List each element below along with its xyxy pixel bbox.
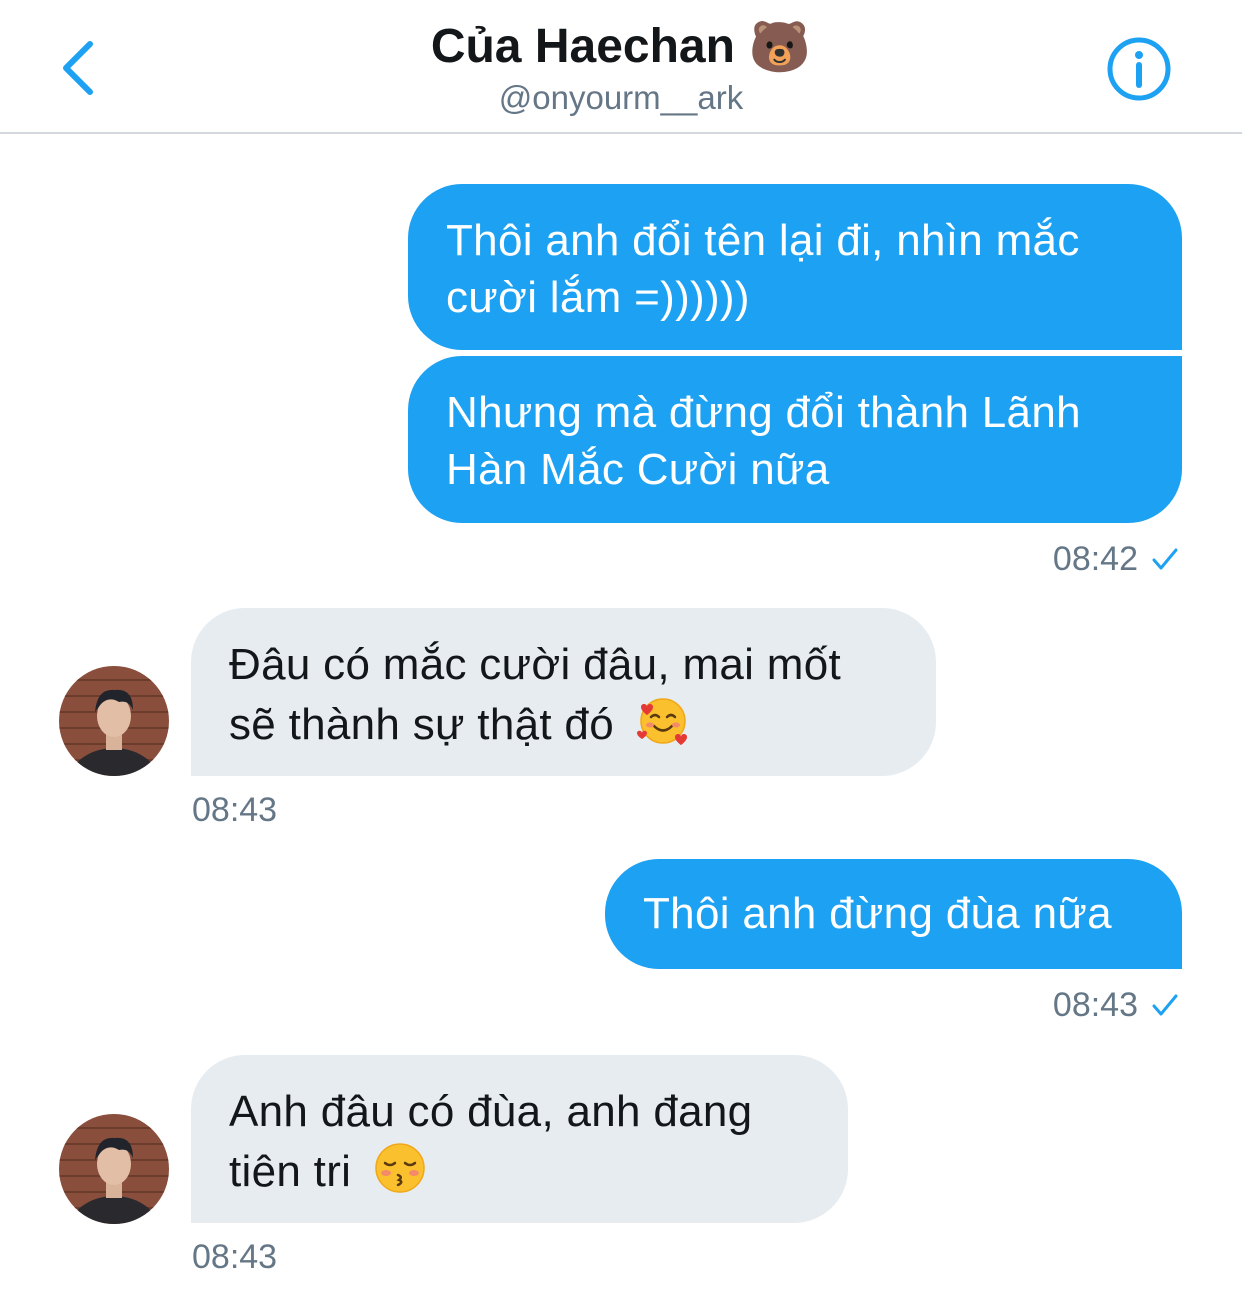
info-button[interactable] — [1106, 36, 1172, 102]
message-text-line: Hàn Mắc Cười nữa — [446, 445, 830, 494]
message-text-line: tiên tri — [229, 1147, 352, 1196]
message-text-line: cười lắm =)))))) — [446, 273, 750, 322]
message-bubble-outgoing[interactable]: Thôi anh đừng đùa nữa — [605, 859, 1182, 969]
conversation-name: Của Haechan — [430, 20, 735, 73]
message-timestamp: 08:42 — [1053, 539, 1180, 579]
avatar-image — [59, 1114, 169, 1224]
message-text-line: Anh đâu có đùa, anh đang — [229, 1087, 753, 1136]
timestamp-text: 08:43 — [1052, 986, 1138, 1024]
avatar-image — [59, 666, 169, 776]
message-text-line: Đâu có mắc cười đâu, mai mốt — [229, 640, 842, 689]
conversation-handle: @onyourm__ark — [498, 79, 744, 116]
message-timestamp: 08:43 — [192, 1238, 278, 1276]
message-text-line: Thôi anh đổi tên lại đi, nhìn mắc — [446, 216, 1080, 265]
message-timestamp: 08:43 — [1053, 985, 1180, 1025]
message-text-line: Thôi anh đừng đùa nữa — [643, 889, 1112, 938]
bear-emoji: 🐻 — [748, 18, 812, 76]
conversation-header: Của Haechan 🐻 @onyourm__ark — [0, 0, 1242, 134]
checkmark-icon — [1152, 548, 1178, 570]
message-text-line-with-emoji: sẽ thành sự thật đó — [229, 693, 900, 753]
message-text-line: sẽ thành sự thật đó — [229, 700, 614, 749]
message-bubble-outgoing[interactable]: Thôi anh đổi tên lại đi, nhìn mắc cười l… — [408, 184, 1182, 350]
kissing-face-closed-eyes-emoji — [375, 1143, 425, 1193]
avatar[interactable] — [59, 1114, 169, 1224]
timestamp-text: 08:42 — [1052, 540, 1138, 578]
message-bubble-incoming[interactable]: Anh đâu có đùa, anh đang tiên tri — [191, 1055, 848, 1223]
message-text-line-with-emoji: tiên tri — [229, 1140, 812, 1200]
avatar[interactable] — [59, 666, 169, 776]
message-timestamp: 08:43 — [192, 791, 278, 829]
message-text-line: Nhưng mà đừng đổi thành Lãnh — [446, 388, 1081, 437]
conversation-title: Của Haechan 🐻 — [431, 18, 811, 76]
message-bubble-outgoing[interactable]: Nhưng mà đừng đổi thành Lãnh Hàn Mắc Cườ… — [408, 356, 1182, 523]
title-block[interactable]: Của Haechan 🐻 @onyourm__ark — [0, 18, 1242, 120]
smiling-face-with-hearts-emoji — [636, 698, 687, 745]
info-circle-icon — [1107, 37, 1171, 101]
checkmark-icon — [1152, 994, 1178, 1016]
message-bubble-incoming[interactable]: Đâu có mắc cười đâu, mai mốt sẽ thành sự… — [191, 608, 936, 776]
